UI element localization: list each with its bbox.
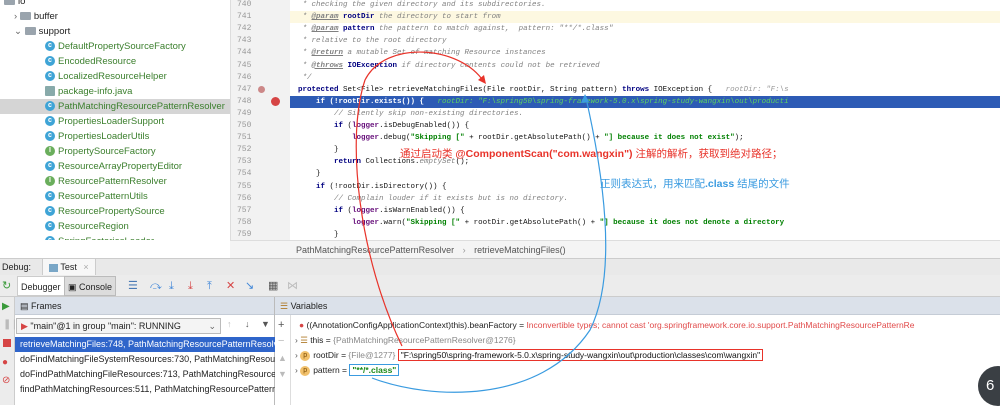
annotation-arrows (355, 51, 607, 393)
red-arrow (355, 51, 485, 347)
blue-arrow (371, 97, 607, 393)
blue-arrowhead (581, 94, 589, 103)
